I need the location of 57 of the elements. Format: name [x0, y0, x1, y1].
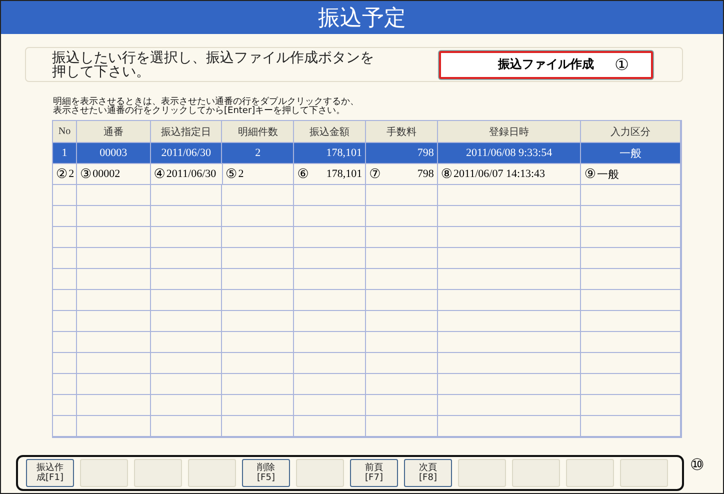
empty-cell: [366, 248, 438, 269]
table-cell-text: 一般: [620, 146, 642, 160]
table-cell: 798: [417, 168, 434, 180]
callout-number: ⑤: [226, 166, 238, 182]
table-cell-text: 2011/06/30: [166, 168, 218, 180]
table-cell: 178,101: [326, 147, 362, 159]
window-title: 振込予定: [318, 4, 406, 32]
table-cell-text: 00002: [92, 168, 122, 180]
empty-cell: [366, 395, 438, 416]
function-key-button[interactable]: 振込作 成[F1]: [26, 459, 74, 487]
empty-cell: [150, 332, 222, 353]
callout-number: ③: [80, 166, 92, 182]
empty-cell: [366, 185, 438, 206]
callout-number: ⑧: [440, 166, 452, 182]
empty-cell: [366, 206, 438, 227]
callout-number: ⑩: [690, 455, 704, 474]
table-cell: 178,101: [326, 168, 362, 180]
create-file-button[interactable]: 振込ファイル作成 ①: [439, 50, 653, 78]
empty-cell: [366, 353, 438, 374]
empty-cell: [366, 290, 438, 311]
table-cell-text: 2: [238, 168, 245, 180]
table-cell: 2: [255, 147, 261, 159]
function-key-button[interactable]: 削除 [F5]: [242, 459, 290, 487]
instruction-text: 振込したい行を選択し、振込ファイル作成ボタンを 押して下さい。: [52, 50, 374, 78]
empty-cell: [150, 311, 222, 332]
table-cell: 2011/06/30: [161, 147, 211, 159]
empty-cell: [150, 185, 222, 206]
empty-cell: [150, 353, 222, 374]
note-text: 明細を表示させるときは、表示させたい通番の行をダブルクリックするか、 表示させたい通番の行をクリックしてから[Enter]キーを押して下さい。: [53, 98, 360, 116]
table-cell-text: 2011/06/07 14:13:43: [453, 168, 546, 180]
table-cell: 1: [62, 147, 68, 159]
empty-cell: [150, 290, 222, 311]
table-row[interactable]: 1 00003 2011/06/30 2 178,101 798 2011/06/08 9:33:54 一般: [53, 143, 681, 164]
callout-number: ⑨: [584, 166, 596, 182]
empty-cell: [366, 332, 438, 353]
empty-cell: [366, 311, 438, 332]
function-key-button[interactable]: 次頁 [F8]: [404, 459, 452, 487]
empty-cell: [366, 269, 438, 290]
callout-number: ⑥: [297, 166, 309, 182]
empty-cell: [150, 374, 222, 395]
empty-cell: [150, 248, 222, 269]
table-cell: 2011/06/08 9:33:54: [466, 147, 552, 159]
function-key-button[interactable]: 前頁 [F7]: [350, 459, 398, 487]
empty-cell: [366, 227, 438, 248]
empty-cell: [150, 395, 222, 416]
empty-cell: [150, 206, 222, 227]
table-cell: 00003: [100, 147, 128, 159]
table-cell: 2: [68, 168, 74, 180]
callout-number: ⑦: [369, 166, 381, 182]
table-cell-text: 一般: [597, 168, 620, 182]
empty-cell: [150, 227, 222, 248]
table-cell: 798: [417, 147, 434, 159]
empty-cell: [150, 269, 222, 290]
callout-number: ②: [56, 166, 68, 182]
table-row[interactable]: ②2 ③00002 ④2011/06/30 ⑤2 ⑥ 178,101 ⑦ 798 ⑧ 2011/06/07 14:13:43 ⑨ 一般: [53, 164, 681, 185]
empty-cell: [366, 374, 438, 395]
callout-number: ④: [154, 166, 166, 182]
